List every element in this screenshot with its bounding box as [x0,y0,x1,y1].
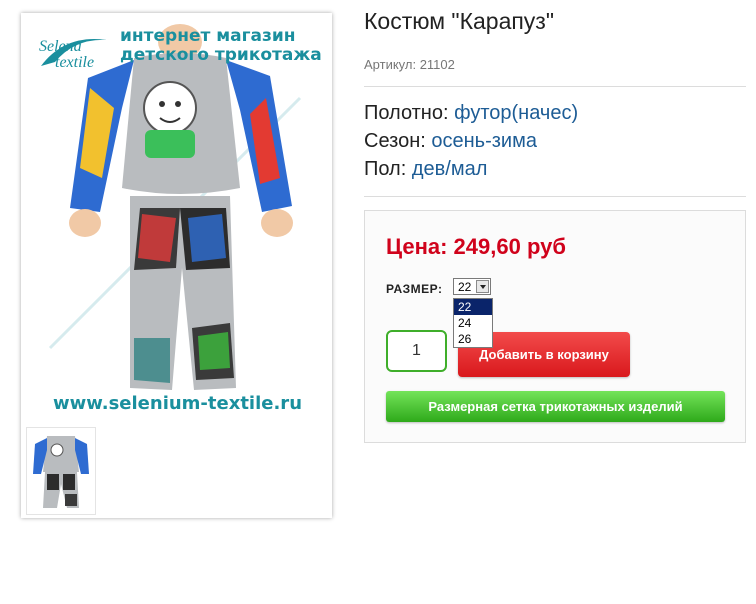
shop-banner-line1: интернет магазин [120,26,296,46]
thumbnail-image [33,436,89,508]
quantity-input[interactable]: 1 [386,330,447,372]
size-option-22[interactable]: 22 [454,299,492,315]
divider [364,196,746,197]
product-title: Костюм "Карапуз" [364,8,555,34]
attribute-label: Пол: [364,158,407,180]
price: Цена: 249,60 руб [386,234,566,259]
size-label: РАЗМЕР: [386,282,443,296]
attribute-value: футор(начес) [454,102,579,124]
product-gallery: Selena textile интернет магазин детского… [21,13,332,518]
attribute-label: Сезон: [364,130,426,152]
main-product-photo[interactable]: Selena textile интернет магазин детского… [30,18,322,426]
logo-text-line2: textile [55,54,95,71]
size-selected-value: 22 [458,280,472,294]
gallery-thumbnail[interactable] [26,427,96,515]
attribute-season: Сезон: осень-зима [364,127,578,155]
divider [364,86,746,87]
attribute-gender: Пол: дев/мал [364,155,578,183]
product-attributes: Полотно: футор(начес) Сезон: осень-зима … [364,99,578,183]
size-dropdown-list: 22 24 26 [453,298,493,348]
attribute-fabric: Полотно: футор(начес) [364,99,578,127]
shop-banner-line2: детского трикотажа [120,45,322,65]
buy-box: Цена: 249,60 руб РАЗМЕР: 22 22 24 26 1 Д… [364,210,746,443]
site-url: www.selenium-textile.ru [53,393,303,414]
product-sku: Артикул: 21102 [364,57,455,72]
attribute-value: дев/мал [411,158,488,180]
logo-text-line1: Selena [39,38,82,55]
size-select[interactable]: 22 [453,278,491,295]
attribute-label: Полотно: [364,102,449,124]
dropdown-arrow-icon[interactable] [476,280,489,293]
attribute-value: осень-зима [431,130,537,152]
size-chart-button[interactable]: Размерная сетка трикотажных изделий [386,391,725,422]
size-option-26[interactable]: 26 [454,331,492,347]
size-option-24[interactable]: 24 [454,315,492,331]
